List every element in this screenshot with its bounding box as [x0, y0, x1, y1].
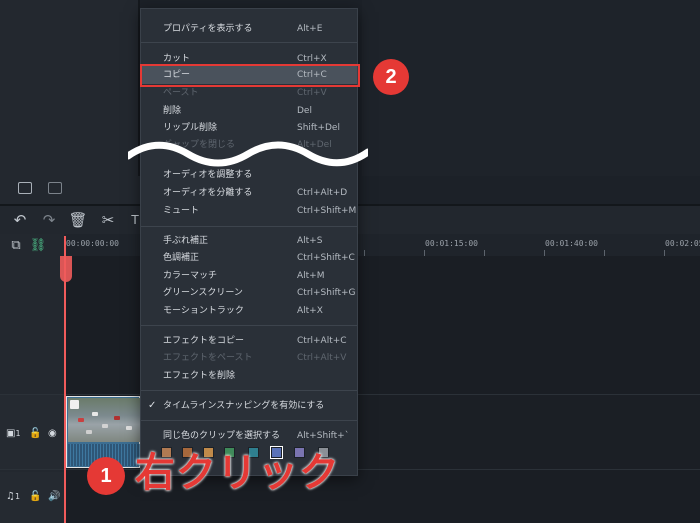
- menu-separator: [141, 390, 357, 391]
- right-click-instruction: 右クリック: [135, 450, 340, 496]
- undo-icon[interactable]: ↶: [9, 209, 31, 231]
- video-track-number: 1: [15, 429, 21, 438]
- video-track-icon: ▣1: [6, 428, 21, 439]
- menu-item-stabilization[interactable]: 手ぶれ補正 Alt+S: [141, 232, 357, 250]
- menu-item-color-match[interactable]: カラーマッチ Alt+M: [141, 267, 357, 285]
- preview-panel: [362, 0, 700, 176]
- ruler-label: 00:02:05:0: [665, 239, 700, 248]
- audio-track-icon: ♫1: [6, 491, 21, 502]
- clip-play-icon: [70, 400, 79, 409]
- menu-item-select-same-color[interactable]: 同じ色のクリップを選択する Alt+Shift+`: [141, 427, 357, 445]
- menu-item-paste-effect[interactable]: エフェクトをペースト Ctrl+Alt+V: [141, 349, 357, 367]
- media-library-panel: [0, 0, 140, 176]
- redo-icon[interactable]: ↷: [38, 209, 60, 231]
- menu-item-adjust-audio[interactable]: オーディオを調整する: [141, 166, 357, 184]
- lock-icon[interactable]: 🔓: [29, 428, 41, 439]
- step-1-badge: 1: [87, 457, 125, 495]
- add-folder-icon[interactable]: [18, 182, 32, 194]
- add-track-icon[interactable]: ⧉: [5, 235, 27, 257]
- ruler-label: 00:00:00:00: [66, 239, 119, 248]
- menu-item-delete[interactable]: 削除 Del: [141, 102, 357, 120]
- playhead-handle[interactable]: [60, 256, 72, 282]
- menu-item-color-correction[interactable]: 色調補正 Ctrl+Shift+C: [141, 249, 357, 267]
- menu-item-copy-effect[interactable]: エフェクトをコピー Ctrl+Alt+C: [141, 332, 357, 350]
- trash-icon[interactable]: 🗑: [67, 209, 89, 231]
- scissors-icon[interactable]: ✂: [97, 209, 119, 231]
- menu-separator: [141, 420, 357, 421]
- menu-separator: [141, 226, 357, 227]
- folder-icon[interactable]: [48, 182, 62, 194]
- speaker-icon[interactable]: 🔊: [48, 491, 60, 502]
- copy-highlight-box: [140, 64, 360, 87]
- link-icon[interactable]: ⛓: [27, 235, 49, 257]
- menu-item-show-properties[interactable]: プロパティを表示する Alt+E: [141, 20, 357, 38]
- audio-track-number: 1: [14, 492, 21, 501]
- menu-item-timeline-snapping[interactable]: タイムラインスナッピングを有効にする: [141, 397, 357, 415]
- lock-icon[interactable]: 🔓: [29, 491, 41, 502]
- step-2-badge: 2: [373, 59, 409, 95]
- menu-item-detach-audio[interactable]: オーディオを分離する Ctrl+Alt+D: [141, 184, 357, 202]
- eye-icon[interactable]: ◉: [48, 428, 57, 439]
- menu-item-green-screen[interactable]: グリーンスクリーン Ctrl+Shift+G: [141, 284, 357, 302]
- menu-item-delete-effect[interactable]: エフェクトを削除: [141, 367, 357, 385]
- menu-separator: [141, 325, 357, 326]
- menu-item-mute[interactable]: ミュート Ctrl+Shift+M: [141, 202, 357, 220]
- ruler-label: 00:01:15:00: [425, 239, 478, 248]
- menu-item-motion-track[interactable]: モーショントラック Alt+X: [141, 302, 357, 320]
- ruler-label: 00:01:40:00: [545, 239, 598, 248]
- menu-separator: [141, 42, 357, 43]
